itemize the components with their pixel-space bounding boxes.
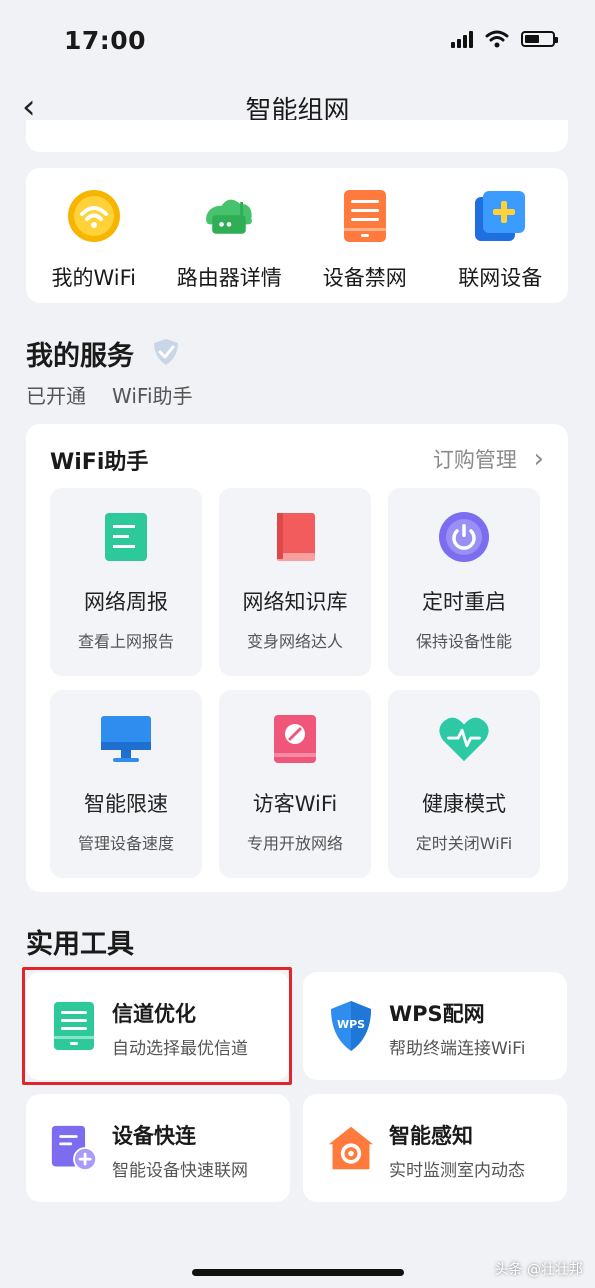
tile-guest-wifi[interactable]: 访客WiFi 专用开放网络 — [219, 690, 371, 878]
wifi-coin-icon — [66, 188, 122, 244]
tile-knowledge-base[interactable]: 网络知识库 变身网络达人 — [219, 488, 371, 676]
chevron-right-icon: › — [533, 444, 544, 474]
tile-subtitle: 保持设备性能 — [415, 632, 512, 651]
tile-title: 智能限速 — [84, 792, 168, 816]
heart-pulse-icon — [437, 712, 491, 766]
quick-connected-devices[interactable]: 联网设备 — [433, 168, 569, 303]
tools-title: 实用工具 — [26, 929, 134, 960]
wifi-status-icon — [485, 30, 509, 48]
quick-label: 路由器详情 — [176, 266, 282, 290]
quick-connect-icon — [50, 1122, 98, 1174]
tool-title: 设备快连 — [112, 1124, 196, 1148]
manage-label: 订购管理 — [432, 448, 517, 472]
tile-subtitle: 查看上网报告 — [77, 632, 174, 651]
tile-title: 访客WiFi — [252, 792, 338, 816]
tile-scheduled-restart[interactable]: 定时重启 保持设备性能 — [388, 488, 540, 676]
tool-wps[interactable]: WPS WPS配网 帮助终端连接WiFi — [303, 972, 567, 1080]
services-title: 我的服务 — [26, 341, 134, 372]
scrolled-card-edge — [26, 120, 568, 152]
cellular-signal-icon — [451, 30, 473, 48]
wifi-assistant-title: WiFi助手 — [50, 450, 149, 475]
home-indicator[interactable] — [192, 1269, 404, 1276]
verified-shield-icon — [154, 339, 178, 365]
tile-title: 定时重启 — [422, 590, 506, 614]
tool-quick-connect[interactable]: 设备快连 智能设备快速联网 — [26, 1094, 290, 1202]
guest-icon — [268, 712, 322, 766]
highlight-box — [22, 967, 292, 1085]
tool-subtitle: 帮助终端连接WiFi — [389, 1039, 526, 1059]
services-opened-label: 已开通 — [26, 384, 86, 408]
tool-subtitle: 实时监测室内动态 — [389, 1161, 525, 1181]
tile-weekly-report[interactable]: 网络周报 查看上网报告 — [50, 488, 202, 676]
wps-shield-icon: WPS — [327, 1000, 375, 1052]
tool-subtitle: 智能设备快速联网 — [112, 1161, 248, 1181]
tile-title: 网络知识库 — [242, 590, 348, 614]
quick-label: 我的WiFi — [51, 266, 137, 290]
home-sense-icon — [327, 1122, 375, 1174]
quick-label: 设备禁网 — [322, 266, 407, 290]
tool-title: 智能感知 — [389, 1124, 473, 1148]
battery-icon — [521, 31, 558, 47]
router-icon — [201, 188, 257, 244]
quick-router-detail[interactable]: 路由器详情 — [162, 168, 298, 303]
tile-title: 健康模式 — [422, 792, 506, 816]
tool-smart-sense[interactable]: 智能感知 实时监测室内动态 — [303, 1094, 567, 1202]
services-opened-value: WiFi助手 — [112, 384, 193, 408]
monitor-icon — [99, 712, 153, 766]
status-time: 17:00 — [64, 26, 147, 55]
tile-subtitle: 专用开放网络 — [246, 834, 343, 853]
device-block-icon — [337, 188, 393, 244]
wifi-assistant-card: WiFi助手 订购管理 › 网络周报 查看上网报告 网络知识库 变身网络达人 定… — [26, 424, 568, 892]
report-icon — [99, 510, 153, 564]
tool-title: WPS配网 — [389, 1002, 485, 1026]
tile-speed-limit[interactable]: 智能限速 管理设备速度 — [50, 690, 202, 878]
add-device-icon — [472, 188, 528, 244]
quick-my-wifi[interactable]: 我的WiFi — [26, 168, 162, 303]
wps-icon-text: WPS — [336, 1018, 366, 1031]
quick-actions: 我的WiFi 路由器详情 设备禁网 联网设备 — [26, 168, 568, 303]
tile-subtitle: 管理设备速度 — [77, 834, 174, 853]
tile-title: 网络周报 — [84, 590, 168, 614]
tile-subtitle: 变身网络达人 — [246, 632, 343, 651]
power-icon — [437, 510, 491, 564]
subscription-manage-link[interactable]: 订购管理 › — [433, 444, 544, 474]
tile-subtitle: 定时关闭WiFi — [415, 834, 513, 853]
tile-health-mode[interactable]: 健康模式 定时关闭WiFi — [388, 690, 540, 878]
status-icons — [451, 30, 558, 48]
quick-device-block[interactable]: 设备禁网 — [297, 168, 433, 303]
watermark: 头条 @壮壮邦 — [494, 1262, 583, 1278]
book-icon — [268, 510, 322, 564]
quick-label: 联网设备 — [458, 266, 543, 290]
